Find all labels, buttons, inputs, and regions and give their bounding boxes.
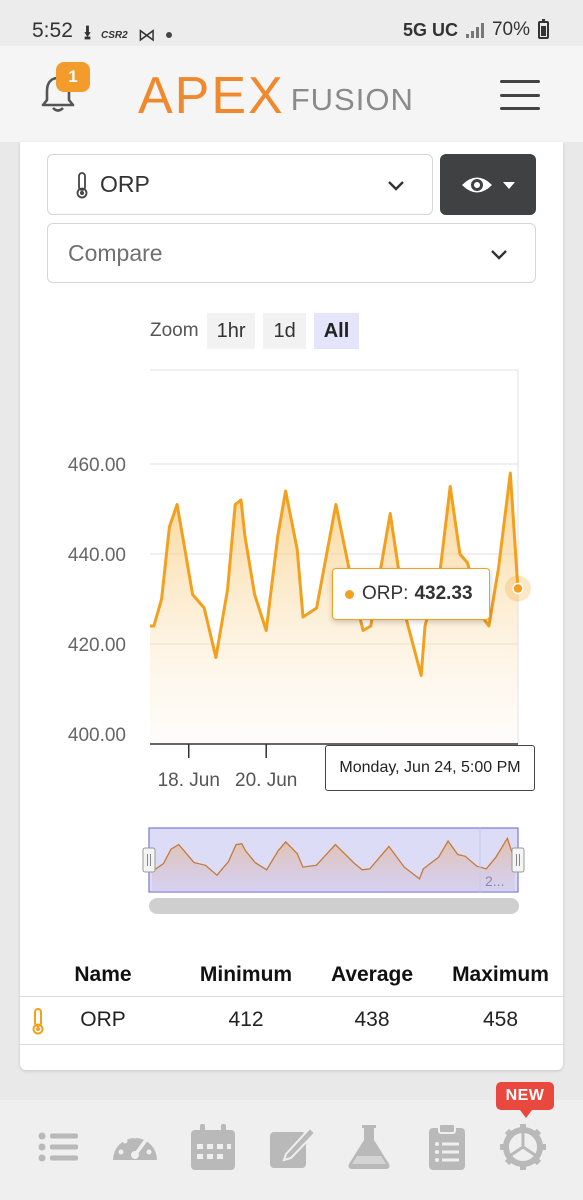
bowtie-icon: ⋈ [137,24,156,45]
clipboard-icon[interactable] [422,1122,472,1172]
menu-icon[interactable] [500,80,540,110]
battery-icon [538,19,549,39]
x-tick-label: 18. Jun [158,770,220,791]
list-icon[interactable] [34,1122,84,1172]
flask-icon[interactable] [344,1122,394,1172]
notification-dot-icon [165,32,172,38]
chart-tooltip: ORP: 432.33 [332,568,490,620]
carrier-app-icon: CSR2 [101,29,128,41]
navigator-handle-right [511,847,525,873]
network-type: 5G UC [402,19,458,40]
status-icons-right: 5G UC 70% [403,19,549,41]
app-header: 1 APEX FUSION [0,46,583,142]
row-average: 438 [306,995,438,1045]
col-header-minimum: Minimum [199,962,293,986]
col-header-name: Name [74,962,132,986]
row-name: ORP [80,1008,126,1031]
series-dot-icon [345,589,354,599]
dashboard-icon[interactable] [110,1122,160,1172]
tooltip-value: 432.33 [414,583,473,604]
row-minimum: 412 [186,995,306,1045]
orp-line-chart[interactable]: 400.00 420.00 440.00 460.00 18. Jun 20. Jun 2.… [20,142,563,942]
row-maximum: 458 [438,995,563,1045]
navigator-handle-left [142,847,156,873]
graph-card: ORP Compare Zoom 1hr 1d All 400.00 420.00… [20,142,563,1070]
status-time: 5:52 [32,19,73,42]
new-badge: NEW [496,1082,554,1118]
thermometer-icon [32,1007,44,1034]
y-tick-label: 420.00 [68,635,126,656]
row-name-cell: ORP [20,995,186,1045]
x-tick-label: 20. Jun [235,770,297,791]
navigator-label: 2... [485,873,504,889]
stats-header-row: Name Minimum Average Maximum [20,954,563,996]
bottom-nav: NEW [0,1082,583,1200]
tooltip-series-name: ORP: [362,583,409,604]
apex-fusion-logo: APEX FUSION [138,70,414,122]
battery-percent: 70% [491,19,530,40]
table-row: ORP 412 438 458 [20,995,563,1045]
y-tick-label: 440.00 [68,545,126,566]
calendar-icon[interactable] [188,1122,238,1172]
logo-apex: APEX [138,67,285,125]
stats-table: Name Minimum Average Maximum ORP 412 438 [20,954,563,1045]
navigator-scrollbar[interactable] [149,898,519,914]
y-tick-label: 460.00 [68,455,126,476]
logo-fusion: FUSION [290,82,414,117]
notification-badge[interactable]: 1 [56,62,90,92]
hover-point [512,582,524,595]
y-tick-label: 400.00 [68,725,126,746]
gear-icon[interactable] [498,1122,548,1172]
col-header-average: Average [330,962,414,986]
edit-icon[interactable] [266,1122,316,1172]
col-header-maximum: Maximum [452,962,549,986]
crosshair-date-label: Monday, Jun 24, 5:00 PM [325,745,535,791]
signal-icon [465,22,484,38]
